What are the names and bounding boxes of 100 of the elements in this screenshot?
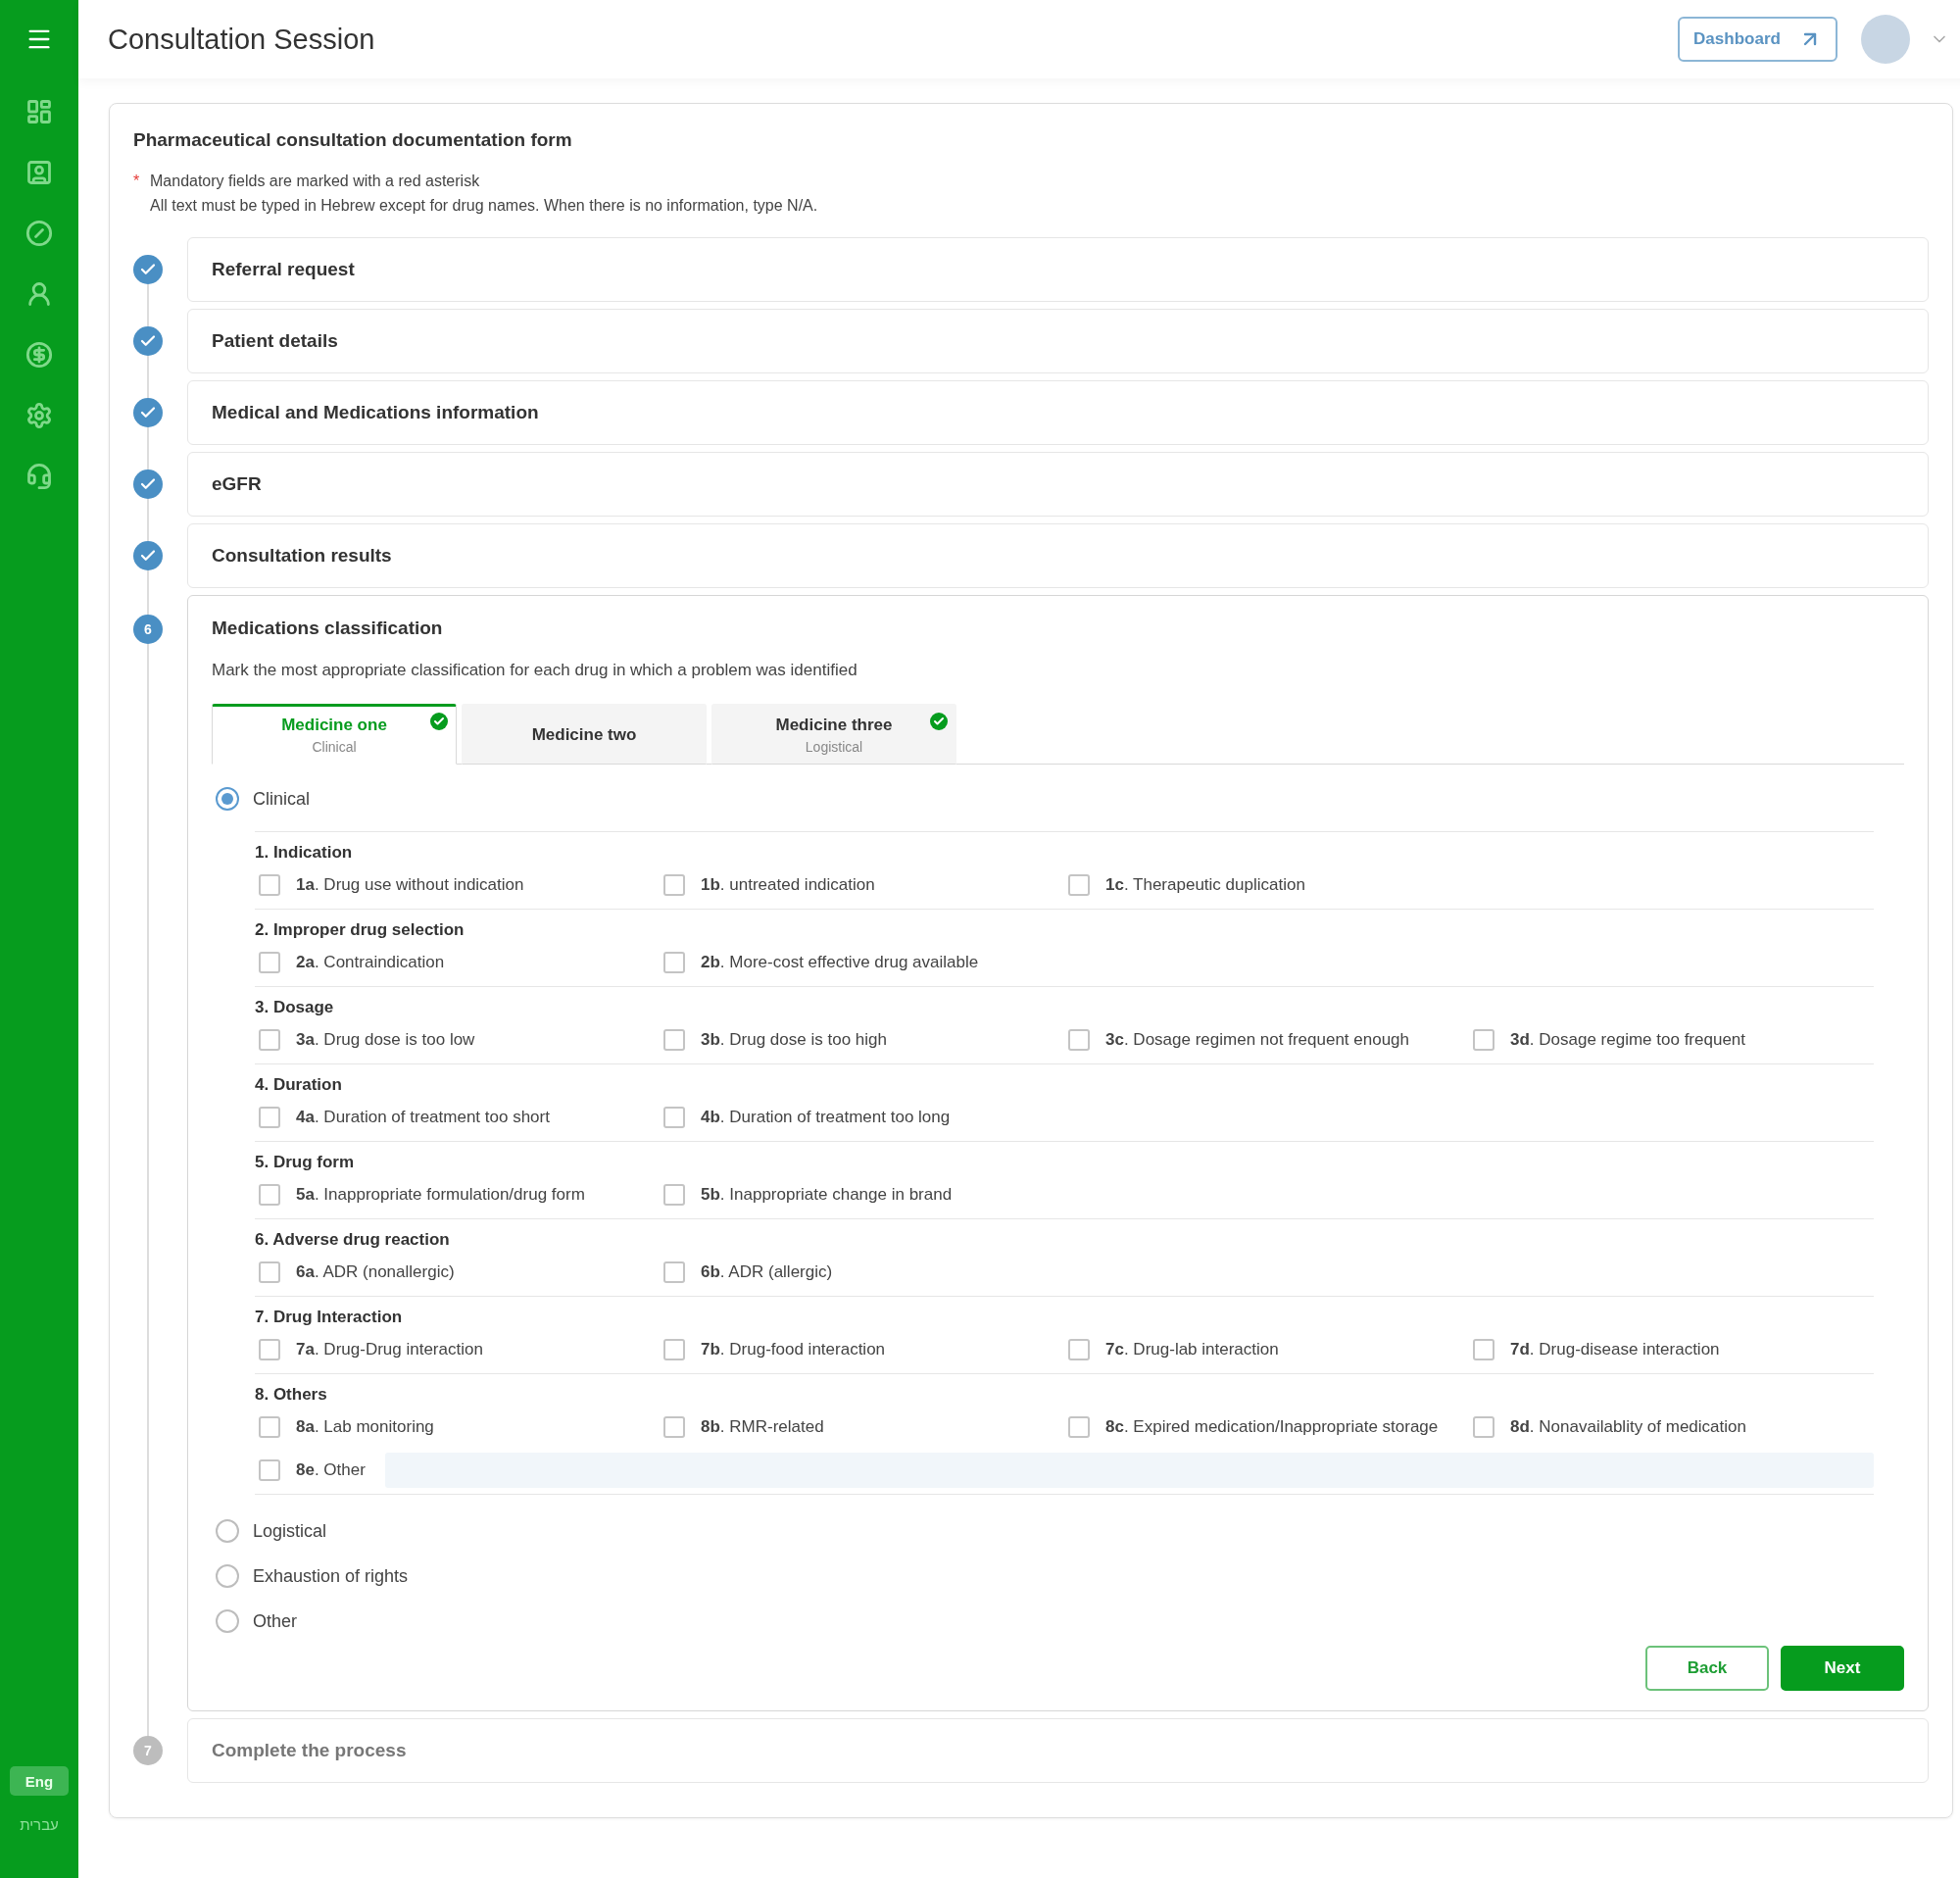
step-title: Complete the process (212, 1740, 407, 1761)
user-icon[interactable] (25, 280, 53, 308)
checkbox-label: 8e. Other (296, 1460, 366, 1480)
checkbox[interactable] (663, 1107, 685, 1128)
step-header[interactable]: Complete the process (187, 1718, 1929, 1783)
radio-label: Logistical (253, 1520, 327, 1542)
instruction-text: Mark the most appropriate classification for each drug in which a problem was identified (212, 661, 858, 680)
checkbox[interactable] (259, 1261, 280, 1283)
checkbox-label: 5b. Inappropriate change in brand (701, 1185, 953, 1205)
group-title: 8. Others (255, 1384, 328, 1406)
form-title: Pharmaceutical consultation documentation form (133, 129, 573, 151)
checkbox[interactable] (1068, 874, 1090, 896)
group-title: 1. Indication (255, 842, 354, 864)
group-title: 7. Drug Interaction (255, 1307, 404, 1328)
checkbox[interactable] (663, 1416, 685, 1438)
step-number: 6 (144, 621, 152, 637)
radio-label: Clinical (253, 788, 311, 810)
headset-icon[interactable] (25, 463, 53, 490)
step-header[interactable]: Medical and Medications information (187, 380, 1929, 445)
checkbox-label: 8c. Expired medication/Inappropriate storage (1105, 1417, 1439, 1437)
checkbox-label: 1b. untreated indication (701, 875, 875, 895)
checkbox-label: 4a. Duration of treatment too short (296, 1108, 550, 1127)
dashboard-icon[interactable] (25, 98, 53, 125)
checkbox-label: 3d. Dosage regime too frequent (1510, 1030, 1746, 1050)
tab-label: Medicine two (531, 725, 637, 745)
checkbox[interactable] (259, 874, 280, 896)
step-title: Medications classification (212, 618, 444, 639)
page-title: Consultation Session (108, 23, 375, 56)
avatar[interactable] (1861, 15, 1910, 64)
checkbox[interactable] (259, 1107, 280, 1128)
checkbox[interactable] (259, 1416, 280, 1438)
group-title: 5. Drug form (255, 1152, 356, 1173)
step-header[interactable]: Consultation results (187, 523, 1929, 588)
step-title: Medical and Medications information (212, 402, 539, 423)
dollar-icon[interactable] (25, 341, 53, 369)
checkbox[interactable] (663, 952, 685, 973)
checkbox[interactable] (1473, 1029, 1494, 1051)
step-header[interactable]: eGFR (187, 452, 1929, 517)
checkbox-label: 3b. Drug dose is too high (701, 1030, 887, 1050)
checkbox[interactable] (1068, 1339, 1090, 1360)
medicine-tab[interactable]: Medicine one Clinical (212, 704, 457, 765)
checkbox-label: 8b. RMR-related (701, 1417, 824, 1437)
checkbox-label: 2a. Contraindication (296, 953, 445, 972)
group-title: 4. Duration (255, 1074, 343, 1096)
checkbox[interactable] (259, 1459, 280, 1481)
checkbox-label: 8d. Nonavailablity of medication (1510, 1417, 1746, 1437)
checkbox-label: 7c. Drug-lab interaction (1105, 1340, 1279, 1359)
step-title: Referral request (212, 259, 355, 280)
step-header[interactable]: Referral request (187, 237, 1929, 302)
step-header[interactable]: Patient details (187, 309, 1929, 373)
checkbox[interactable] (663, 874, 685, 896)
step-title: Patient details (212, 330, 338, 352)
checkbox[interactable] (663, 1261, 685, 1283)
radio-button[interactable] (216, 1609, 239, 1633)
checkbox[interactable] (663, 1339, 685, 1360)
checkbox[interactable] (259, 952, 280, 973)
checkbox[interactable] (259, 1029, 280, 1051)
checkbox[interactable] (1473, 1339, 1494, 1360)
step-number: 7 (144, 1743, 152, 1758)
medicine-tab[interactable]: Medicine three Logistical (711, 704, 956, 765)
medicine-tab[interactable]: Medicine two (462, 704, 707, 765)
radio-label: Exhaustion of rights (253, 1565, 409, 1587)
tab-label: Medicine three (775, 716, 893, 735)
checkbox[interactable] (663, 1029, 685, 1051)
checkbox-label: 6b. ADR (allergic) (701, 1262, 833, 1282)
mandatory-note: Mandatory fields are marked with a red asterisk (150, 172, 480, 191)
checkbox-label: 6a. ADR (nonallergic) (296, 1262, 455, 1282)
checkbox-label: 3a. Drug dose is too low (296, 1030, 475, 1050)
checkbox[interactable] (1068, 1029, 1090, 1051)
checkbox[interactable] (1473, 1416, 1494, 1438)
checkbox-label: 5a. Inappropriate formulation/drug form (296, 1185, 585, 1205)
tab-sublabel: Logistical (805, 739, 863, 755)
checkbox[interactable] (259, 1339, 280, 1360)
back-button[interactable]: Back (1645, 1646, 1769, 1691)
group-title: 6. Adverse drug reaction (255, 1229, 451, 1251)
step-title: Consultation results (212, 545, 392, 567)
tab-sublabel: Clinical (312, 739, 357, 755)
radio-button[interactable] (216, 787, 239, 811)
group-title: 2. Improper drug selection (255, 919, 466, 941)
checkbox-label: 2b. More-cost effective drug available (701, 953, 979, 972)
checkbox[interactable] (663, 1184, 685, 1206)
instruction-note: All text must be typed in Hebrew except for drug names. When there is no information, type N/A. (150, 196, 819, 216)
next-button[interactable]: Next (1781, 1646, 1904, 1691)
step-title: eGFR (212, 473, 262, 495)
checkbox-label: 7d. Drug-disease interaction (1510, 1340, 1720, 1359)
checkbox-label: 7a. Drug-Drug interaction (296, 1340, 483, 1359)
checkbox-label: 8a. Lab monitoring (296, 1417, 434, 1437)
checkbox-label: 1a. Drug use without indication (296, 875, 524, 895)
tab-label: Medicine one (281, 716, 387, 735)
checkbox-label: 1c. Therapeutic duplication (1105, 875, 1305, 895)
radio-button[interactable] (216, 1564, 239, 1588)
contact-card-icon[interactable] (25, 159, 53, 186)
radio-button[interactable] (216, 1519, 239, 1543)
asterisk: * (133, 172, 141, 191)
checkbox[interactable] (259, 1184, 280, 1206)
checkbox[interactable] (1068, 1416, 1090, 1438)
group-title: 3. Dosage (255, 997, 335, 1018)
radio-label: Other (253, 1610, 298, 1632)
checkbox-label: 7b. Drug-food interaction (701, 1340, 886, 1359)
settings-icon[interactable] (25, 402, 53, 429)
